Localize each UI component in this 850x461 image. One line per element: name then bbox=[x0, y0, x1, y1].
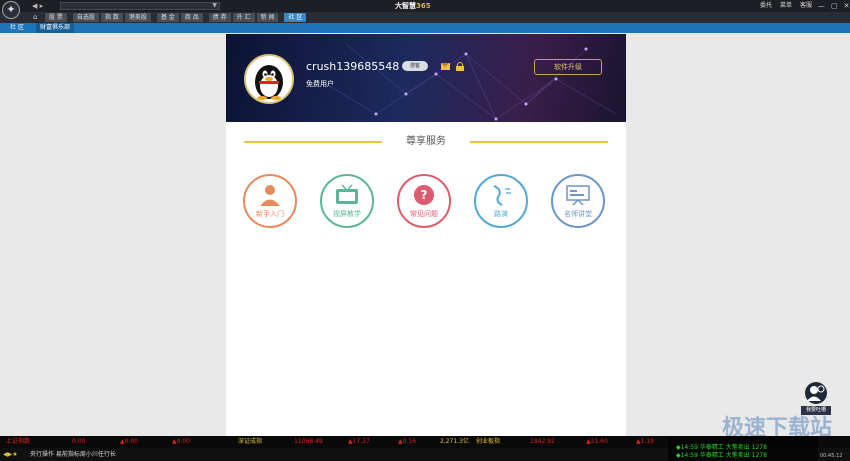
feedback-button[interactable]: 我要吐槽 bbox=[801, 382, 831, 416]
service-roadshow[interactable]: 路演 bbox=[474, 174, 528, 228]
username: crush139685548 bbox=[306, 60, 400, 73]
lecture-icon bbox=[566, 185, 590, 206]
lock-icon[interactable] bbox=[456, 62, 464, 71]
chevron-down-icon: ▼ bbox=[212, 2, 217, 9]
main-menu: 股 票 自选股 指 数 港美股 基 金 商 品 债 券 外 汇 新 闻 社 区 bbox=[45, 13, 307, 22]
app-title-num: 365 bbox=[416, 2, 431, 10]
app-logo-icon[interactable]: ✦ bbox=[2, 1, 20, 19]
profile-banner: crush139685548 游客 免费用户 软件升级 bbox=[226, 34, 626, 122]
app-title-cn: 大智慧 bbox=[395, 2, 416, 10]
question-icon: ? bbox=[414, 185, 434, 205]
ticker-item[interactable]: 上证指数 bbox=[6, 436, 30, 448]
mail-icon[interactable] bbox=[441, 63, 450, 70]
menu-bonds[interactable]: 债 券 bbox=[208, 13, 231, 22]
top-links: 委托 菜单 客服 bbox=[760, 1, 812, 11]
chat-icon bbox=[805, 382, 827, 404]
ticker-item: ▲0.16 bbox=[398, 438, 416, 445]
service-label: 视屏教学 bbox=[333, 210, 361, 218]
tab-wealth-club[interactable]: 财富俱乐部 bbox=[36, 23, 74, 33]
divider-left bbox=[244, 141, 382, 143]
minimize-icon[interactable]: — bbox=[818, 1, 825, 11]
user-icon bbox=[260, 185, 280, 206]
section-title: 尊享服务 bbox=[406, 136, 446, 147]
title-bar: ◀ ▸ ▼ 大智慧365 委托 菜单 客服 — ▢ ✕ bbox=[0, 0, 850, 12]
window-controls: — ▢ ✕ bbox=[818, 1, 850, 11]
menu-bar: ⌂ 股 票 自选股 指 数 港美股 基 金 商 品 债 券 外 汇 新 闻 社 … bbox=[0, 12, 850, 23]
roadshow-icon bbox=[493, 185, 511, 206]
realtime-news-panel: ◆14:59 华泰精工 大笔卖出 1278 ◆14:59 华泰精工 大笔卖出 1… bbox=[668, 436, 818, 461]
feedback-label: 我要吐槽 bbox=[801, 406, 831, 415]
app-title: 大智慧365 bbox=[395, 1, 475, 11]
menu-forex[interactable]: 外 汇 bbox=[232, 13, 255, 22]
ticker-item: ▲21.60 bbox=[586, 438, 608, 445]
svg-text:?: ? bbox=[421, 188, 428, 202]
service-label: 路演 bbox=[494, 210, 508, 218]
menu-community[interactable]: 社 区 bbox=[284, 13, 307, 22]
ticker-item[interactable]: 创业板指 bbox=[476, 436, 500, 448]
scroll-text[interactable]: 央行操作 易前指标周小川任行长 bbox=[30, 448, 116, 461]
back-forward-icon[interactable]: ◀ ▸ bbox=[32, 2, 46, 10]
maximize-icon[interactable]: ▢ bbox=[831, 1, 838, 11]
service-beginner[interactable]: 新手入门 bbox=[243, 174, 297, 228]
close-icon[interactable]: ✕ bbox=[844, 1, 850, 11]
menu-news[interactable]: 新 闻 bbox=[256, 13, 279, 22]
tab-strip: 社 区 财富俱乐部 bbox=[0, 23, 850, 33]
ticker-item: ▲0.00 bbox=[120, 438, 138, 445]
avatar[interactable] bbox=[244, 54, 294, 104]
service-label: 新手入门 bbox=[256, 210, 284, 218]
tv-icon bbox=[336, 184, 358, 204]
link-menu[interactable]: 菜单 bbox=[780, 1, 792, 11]
ticker-item[interactable]: 深证成指 bbox=[238, 436, 262, 448]
divider-right bbox=[470, 141, 608, 143]
tab-community[interactable]: 社 区 bbox=[2, 23, 32, 33]
ticker-item: 1842.92 bbox=[530, 438, 555, 445]
link-service[interactable]: 客服 bbox=[800, 1, 812, 11]
menu-commodities[interactable]: 商 品 bbox=[180, 13, 203, 22]
service-lecture[interactable]: 名师讲堂 bbox=[551, 174, 605, 228]
menu-hk-us[interactable]: 港美股 bbox=[124, 13, 151, 22]
content-panel: crush139685548 游客 免费用户 软件升级 尊享服务 新手入门 视屏… bbox=[226, 34, 626, 436]
ticker-item: ▲17.37 bbox=[348, 438, 370, 445]
penguin-icon bbox=[255, 65, 283, 100]
ticker-item: 0.00 bbox=[72, 438, 86, 445]
address-dropdown[interactable]: ▼ bbox=[60, 2, 220, 10]
service-video[interactable]: 视屏教学 bbox=[320, 174, 374, 228]
service-label: 名师讲堂 bbox=[564, 210, 592, 218]
ticker-item: ▲0.00 bbox=[172, 438, 190, 445]
ticker-item: 11068.49 bbox=[294, 438, 323, 445]
home-icon[interactable]: ⌂ bbox=[33, 14, 41, 21]
link-entrust[interactable]: 委托 bbox=[760, 1, 772, 11]
menu-watchlist[interactable]: 自选股 bbox=[72, 13, 99, 22]
scroll-arrows-icon[interactable]: ◀▶★ bbox=[3, 448, 18, 461]
news-line: ◆14:59 华泰精工 大笔卖出 1278 bbox=[676, 444, 767, 451]
ticker-item: ▲1.19 bbox=[636, 438, 654, 445]
section-header: 尊享服务 bbox=[244, 134, 608, 150]
upgrade-button[interactable]: 软件升级 bbox=[534, 59, 602, 75]
ticker-item: 2,271.3亿 bbox=[440, 438, 469, 445]
clock: 00:45:12 bbox=[820, 453, 843, 459]
vip-badge: 游客 bbox=[402, 61, 428, 71]
news-line: ◆14:59 华泰精工 大笔卖出 1278 bbox=[676, 452, 767, 459]
account-type: 免费用户 bbox=[306, 80, 334, 88]
service-label: 常见问题 bbox=[410, 210, 438, 218]
service-faq[interactable]: ? 常见问题 bbox=[397, 174, 451, 228]
menu-index[interactable]: 指 数 bbox=[100, 13, 123, 22]
menu-stocks[interactable]: 股 票 bbox=[45, 13, 67, 22]
menu-funds[interactable]: 基 金 bbox=[156, 13, 179, 22]
